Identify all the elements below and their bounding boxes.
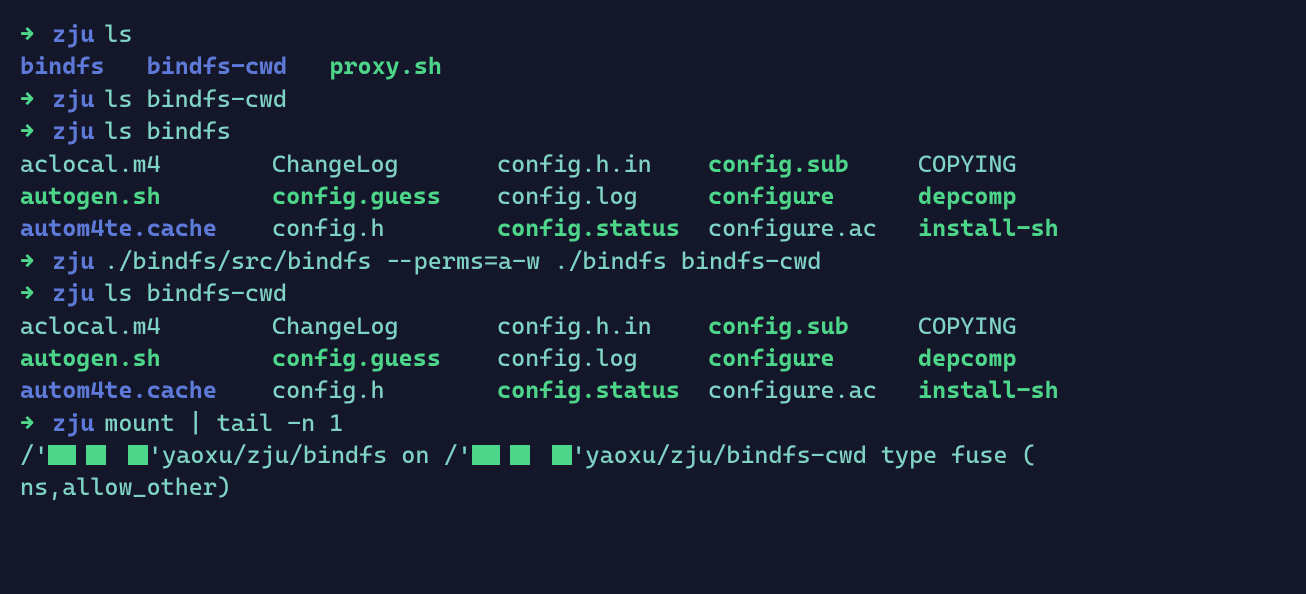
list-item: autom4te.cache [20,212,272,244]
prompt-line-5: → zju ls bindfs-cwd [20,277,1306,309]
prompt-arrow-icon: → [20,409,34,437]
mount-output-line-1: /''yaoxu/zju/bindfs on /''yaoxu/zju/bind… [20,439,1306,471]
redacted-block-icon [86,445,106,465]
prompt-cwd: zju [52,85,94,113]
list-item: bindfs-cwd [147,52,288,80]
list-item: install-sh [918,212,1096,244]
command-text: ls bindfs-cwd [104,279,287,307]
mount-text: ' [34,441,48,469]
prompt-cwd: zju [52,247,94,275]
ls-output-1: bindfs bindfs-cwd proxy.sh [20,50,1306,82]
prompt-line-6: → zju mount | tail -n 1 [20,407,1306,439]
list-item: config.h.in [497,310,708,342]
mount-text: / [20,441,34,469]
command-text: ./bindfs/src/bindfs --perms=a-w ./bindfs… [104,247,821,275]
list-item: configure [708,180,918,212]
list-item: ChangeLog [272,310,497,342]
list-item: config.status [497,374,708,406]
prompt-line-3: → zju ls bindfs [20,115,1306,147]
mount-text: ' [148,441,162,469]
list-item: config.guess [272,342,497,374]
list-item: config.h [272,374,497,406]
list-item: COPYING [918,148,1096,180]
prompt-cwd: zju [52,117,94,145]
listing-row: autom4te.cache config.h config.status co… [20,212,1306,244]
command-text: ls [104,20,132,48]
listing-row: aclocal.m4 ChangeLog config.h.in config.… [20,148,1306,180]
prompt-arrow-icon: → [20,20,34,48]
prompt-cwd: zju [52,409,94,437]
list-item: install-sh [918,374,1096,406]
command-text: ls bindfs-cwd [104,85,287,113]
mount-text: ns,allow_other) [20,473,231,501]
list-item: bindfs [20,52,104,80]
redacted-block-icon [48,445,76,465]
command-text: mount | tail -n 1 [104,409,343,437]
prompt-arrow-icon: → [20,247,34,275]
listing-row: aclocal.m4 ChangeLog config.h.in config.… [20,310,1306,342]
list-item: depcomp [918,342,1096,374]
list-item: config.guess [272,180,497,212]
prompt-arrow-icon: → [20,117,34,145]
list-item: aclocal.m4 [20,310,272,342]
list-item: config.h.in [497,148,708,180]
redacted-block-icon [472,445,500,465]
list-item: ChangeLog [272,148,497,180]
list-item: depcomp [918,180,1096,212]
mount-text: ' [458,441,472,469]
prompt-line-1: → zjuls [20,18,1306,50]
redacted-block-icon [510,445,530,465]
command-text: ls bindfs [104,117,231,145]
list-item: configure.ac [708,374,918,406]
list-item: config.sub [708,148,918,180]
list-item: configure.ac [708,212,918,244]
list-item: autom4te.cache [20,374,272,406]
mount-text: ' [572,441,586,469]
list-item: config.sub [708,310,918,342]
mount-output-line-2: ns,allow_other) [20,471,1306,503]
prompt-cwd: zju [52,20,94,48]
list-item: autogen.sh [20,342,272,374]
prompt-arrow-icon: → [20,85,34,113]
listing-row: autogen.sh config.guess config.log confi… [20,180,1306,212]
list-item: configure [708,342,918,374]
list-item: autogen.sh [20,180,272,212]
prompt-line-4: → zju ./bindfs/src/bindfs --perms=a-w ./bi… [20,245,1306,277]
prompt-arrow-icon: → [20,279,34,307]
redacted-block-icon [128,445,148,465]
mount-text: yaoxu/zju/bindfs-cwd type fuse ( [586,441,1036,469]
prompt-line-2: → zju ls bindfs-cwd [20,83,1306,115]
list-item: COPYING [918,310,1096,342]
list-item: config.h [272,212,497,244]
redacted-block-icon [552,445,572,465]
list-item: config.status [497,212,708,244]
list-item: config.log [497,180,708,212]
mount-text: yaoxu/zju/bindfs on / [162,441,457,469]
list-item: aclocal.m4 [20,148,272,180]
list-item: proxy.sh [329,52,442,80]
prompt-cwd: zju [52,279,94,307]
listing-row: autom4te.cache config.h config.status co… [20,374,1306,406]
listing-row: autogen.sh config.guess config.log confi… [20,342,1306,374]
list-item: config.log [497,342,708,374]
